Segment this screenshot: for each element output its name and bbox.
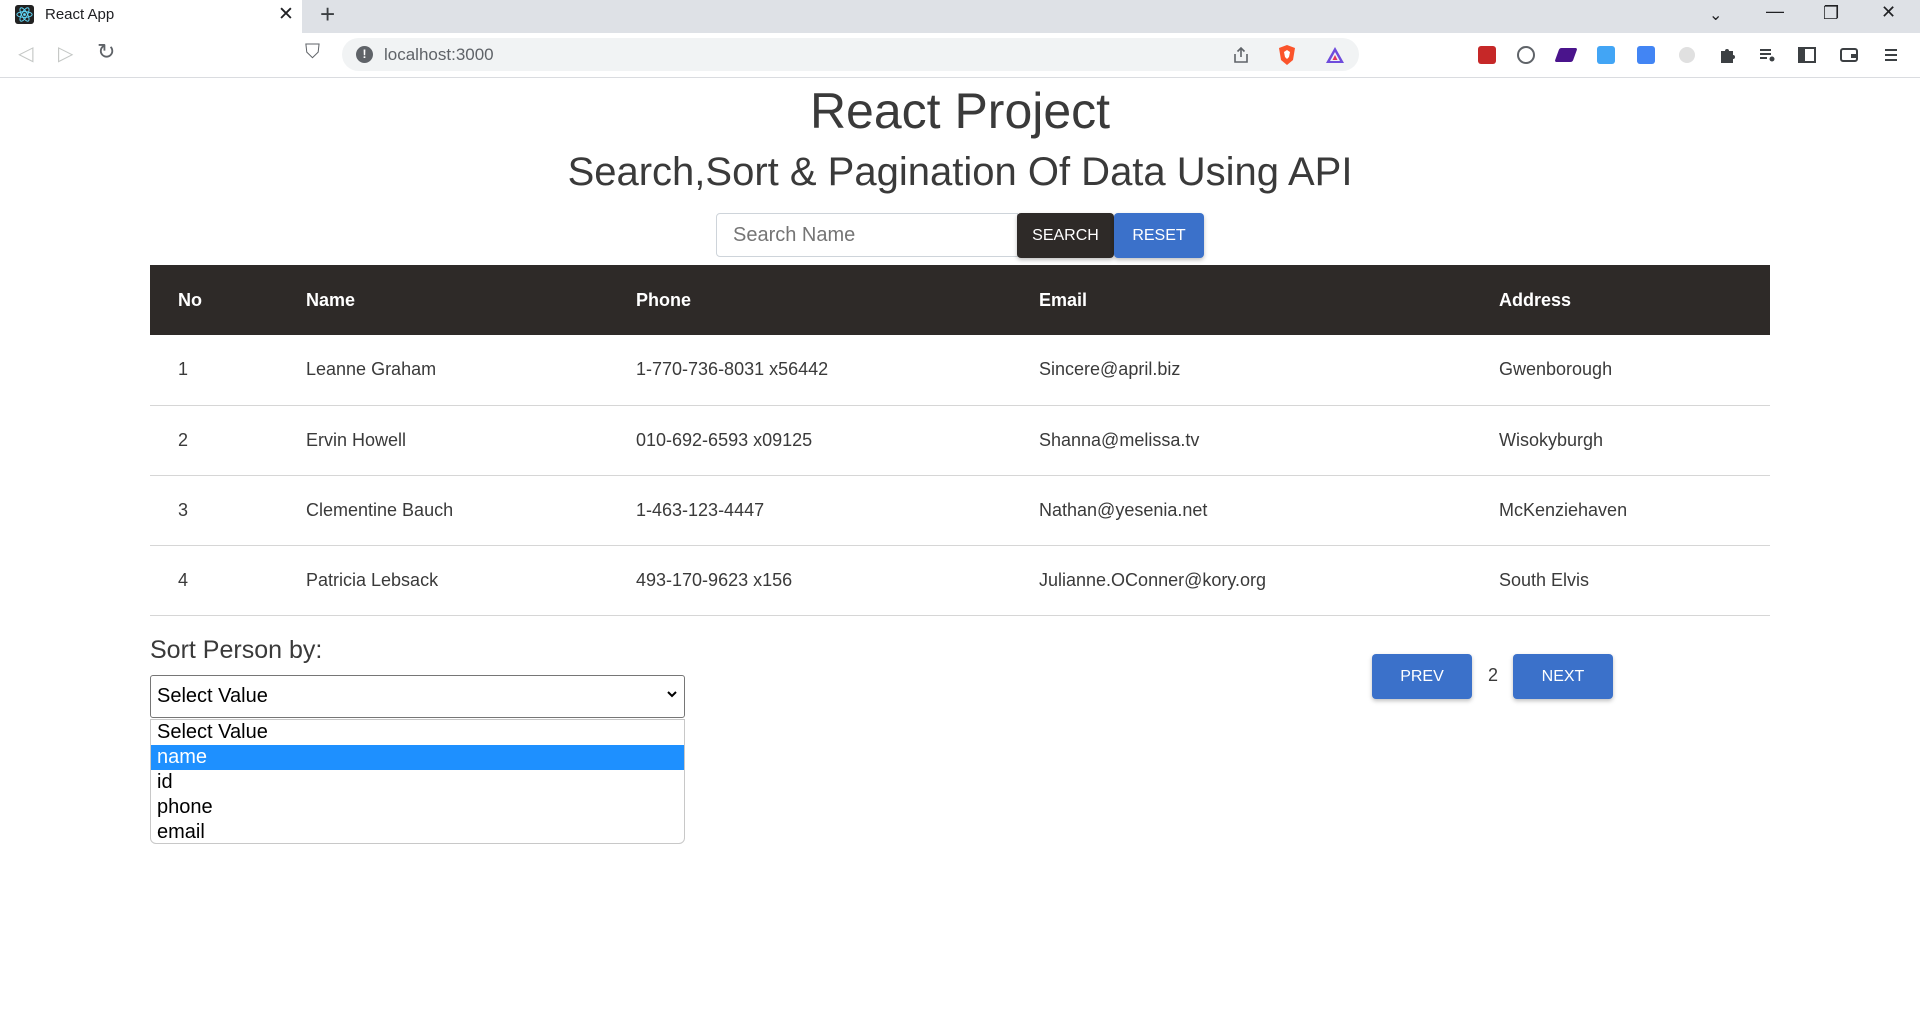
- extension-red-icon[interactable]: [1476, 44, 1498, 66]
- sort-option-email[interactable]: email: [151, 820, 684, 843]
- cell-name: Leanne Graham: [306, 359, 437, 380]
- close-window-icon[interactable]: ✕: [1881, 2, 1896, 23]
- sidebar-icon[interactable]: [1796, 44, 1818, 66]
- header-name: Name: [306, 289, 356, 310]
- forward-icon[interactable]: ▷: [58, 41, 73, 66]
- browser-tab[interactable]: React App ✕: [0, 0, 302, 33]
- page-content: React Project Search,Sort & Pagination O…: [0, 79, 1920, 1015]
- current-page-number: 2: [1488, 665, 1499, 685]
- tab-title: React App: [45, 6, 115, 23]
- extension-circle-icon[interactable]: [1515, 44, 1537, 66]
- translate-icon[interactable]: [1635, 44, 1657, 66]
- cell-name: Ervin Howell: [306, 429, 407, 450]
- cell-no: 2: [178, 429, 189, 450]
- minimize-icon[interactable]: —: [1766, 1, 1784, 22]
- browser-tab-bar: React App ✕ + ⌄ — ❐ ✕: [0, 0, 1920, 33]
- cell-no: 4: [178, 569, 189, 590]
- page-title: React Project: [809, 83, 1111, 139]
- sort-select[interactable]: Select Value: [150, 675, 685, 718]
- bookmark-icon[interactable]: ⛉: [305, 41, 320, 64]
- tab-search-icon[interactable]: ⌄: [1709, 5, 1722, 25]
- cell-no: 1: [178, 359, 189, 380]
- site-info-icon[interactable]: !: [356, 46, 373, 63]
- share-icon[interactable]: [1232, 46, 1250, 64]
- table-row: 4 Patricia Lebsack 493-170-9623 x156 Jul…: [150, 545, 1770, 615]
- sort-select-value: Select Value: [157, 685, 268, 707]
- search-input[interactable]: [716, 213, 1018, 257]
- wallet-icon[interactable]: [1838, 44, 1860, 66]
- cell-email: Shanna@melissa.tv: [1039, 429, 1200, 450]
- reload-icon[interactable]: ↻: [97, 39, 115, 65]
- sort-option-id[interactable]: id: [151, 770, 684, 795]
- cell-email: Sincere@april.biz: [1039, 359, 1181, 380]
- sort-label: Sort Person by:: [150, 636, 323, 664]
- sort-option-phone[interactable]: phone: [151, 795, 684, 820]
- new-tab-icon[interactable]: +: [320, 0, 335, 30]
- media-queue-icon[interactable]: [1756, 44, 1778, 66]
- extensions-puzzle-icon[interactable]: [1716, 44, 1738, 66]
- sort-dropdown-list: Select Value name id phone email: [150, 719, 685, 844]
- table-row: 1 Leanne Graham 1-770-736-8031 x56442 Si…: [150, 335, 1770, 405]
- cell-email: Nathan@yesenia.net: [1039, 499, 1208, 520]
- next-page-button[interactable]: NEXT: [1513, 654, 1613, 699]
- extension-purple-icon[interactable]: [1554, 44, 1578, 66]
- menu-icon[interactable]: [1880, 44, 1902, 66]
- browser-toolbar: ◁ ▷ ↻ ⛉ ! localhost:3000: [0, 33, 1920, 78]
- cell-address: Gwenborough: [1499, 359, 1613, 380]
- cell-address: McKenziehaven: [1499, 499, 1628, 520]
- extension-blue-icon[interactable]: [1595, 44, 1617, 66]
- users-table: No Name Phone Email Address 1 Leanne Gra…: [150, 265, 1770, 616]
- cell-phone: 010-692-6593 x09125: [636, 429, 813, 450]
- back-icon[interactable]: ◁: [18, 41, 33, 66]
- header-phone: Phone: [636, 289, 692, 310]
- cell-phone: 1-770-736-8031 x56442: [636, 359, 829, 380]
- table-row: 3 Clementine Bauch 1-463-123-4447 Nathan…: [150, 475, 1770, 545]
- extension-gray-icon[interactable]: [1676, 44, 1698, 66]
- cell-no: 3: [178, 499, 189, 520]
- header-no: No: [178, 289, 202, 310]
- react-logo-icon: [15, 5, 34, 24]
- cell-name: Patricia Lebsack: [306, 569, 439, 590]
- search-button[interactable]: SEARCH: [1017, 213, 1114, 258]
- chevron-down-icon: [667, 691, 677, 698]
- cell-phone: 493-170-9623 x156: [636, 569, 793, 590]
- sort-option-select-value[interactable]: Select Value: [151, 720, 684, 745]
- brave-rewards-icon[interactable]: [1324, 45, 1346, 65]
- cell-name: Clementine Bauch: [306, 499, 454, 520]
- sort-option-name[interactable]: name: [151, 745, 684, 770]
- cell-phone: 1-463-123-4447: [636, 499, 765, 520]
- tab-close-icon[interactable]: ✕: [278, 3, 294, 26]
- prev-page-button[interactable]: PREV: [1372, 654, 1472, 699]
- cell-email: Julianne.OConner@kory.org: [1039, 569, 1267, 590]
- header-email: Email: [1039, 289, 1088, 310]
- reset-button[interactable]: RESET: [1114, 213, 1204, 258]
- header-address: Address: [1499, 289, 1572, 310]
- address-bar[interactable]: ! localhost:3000: [342, 38, 1359, 71]
- table-header-row: No Name Phone Email Address: [150, 265, 1770, 335]
- page-subtitle: Search,Sort & Pagination Of Data Using A…: [567, 150, 1353, 194]
- cell-address: South Elvis: [1499, 569, 1590, 590]
- url-text[interactable]: localhost:3000: [384, 45, 494, 65]
- cell-address: Wisokyburgh: [1499, 429, 1604, 450]
- restore-window-icon[interactable]: ❐: [1823, 3, 1839, 24]
- brave-shield-icon[interactable]: [1277, 44, 1297, 66]
- table-row: 2 Ervin Howell 010-692-6593 x09125 Shann…: [150, 405, 1770, 475]
